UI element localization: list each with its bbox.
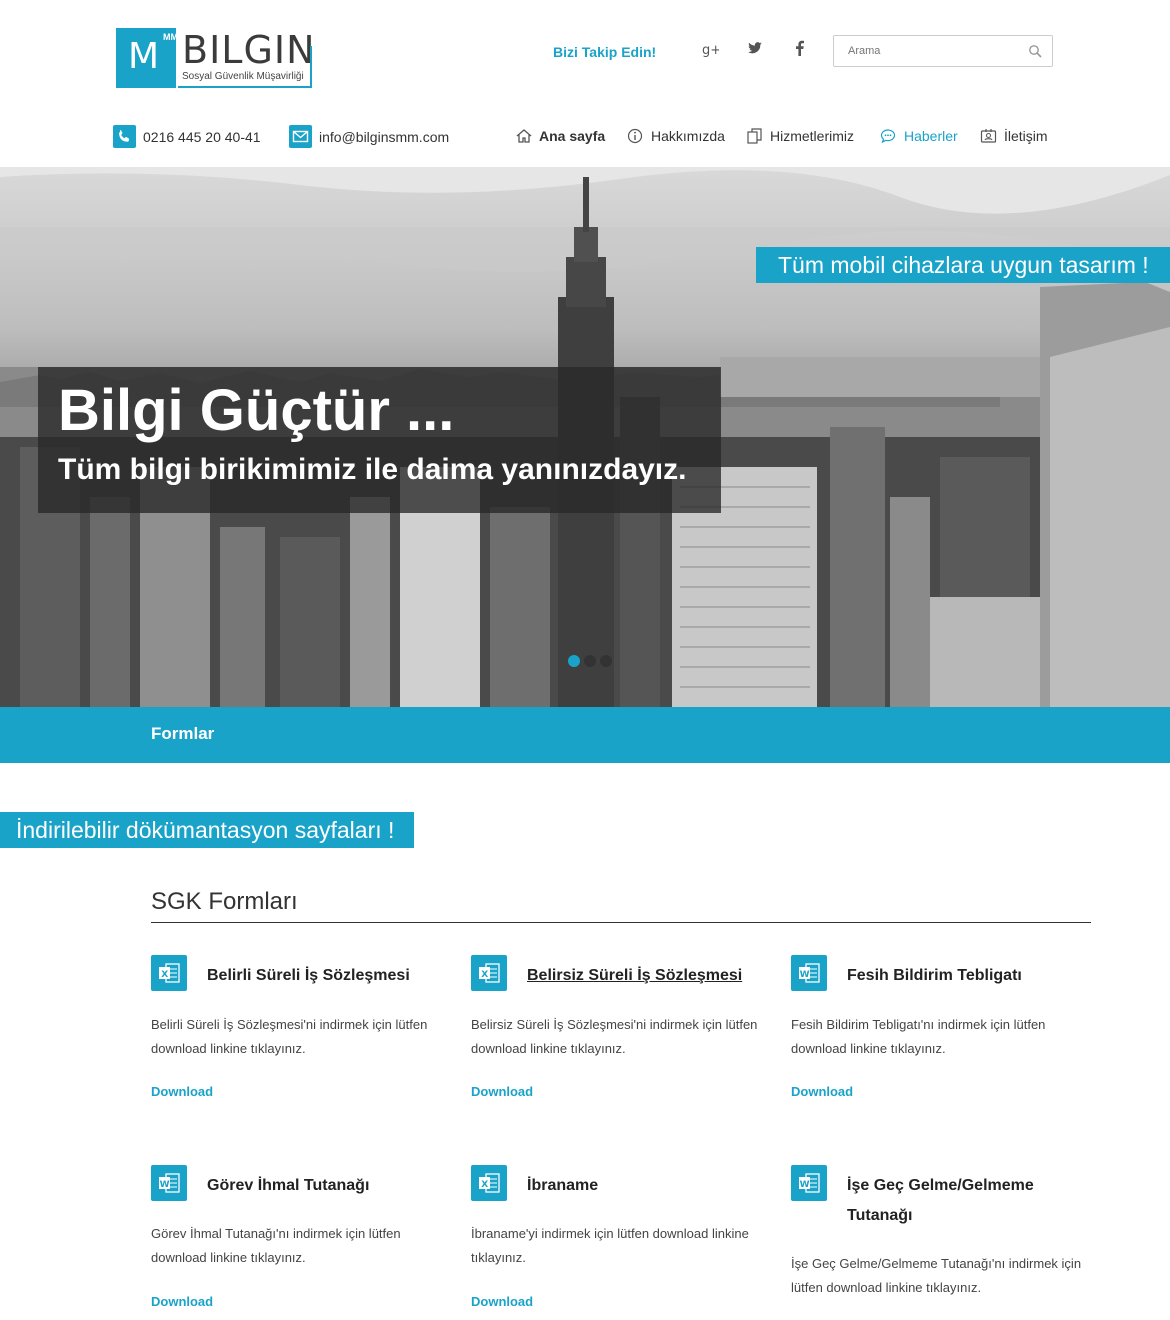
phone-number: 0216 445 20 40-41: [143, 129, 261, 145]
form-title[interactable]: İbraname: [527, 1171, 777, 1201]
form-card: X Belirsiz Süreli İş Sözleşmesi Belirsiz…: [471, 955, 771, 1115]
svg-text:W: W: [800, 970, 810, 980]
form-card: W İşe Geç Gelme/Gelmeme Tutanağı İşe Geç…: [791, 1165, 1091, 1320]
word-file-icon[interactable]: W: [791, 955, 827, 991]
downloads-ribbon: İndirilebilir dökümantasyon sayfaları !: [0, 812, 414, 848]
search-input[interactable]: [834, 36, 1014, 66]
nav-item-about[interactable]: Hakkımızda: [627, 128, 725, 144]
site-header: M MM BILGIN Sosyal Güvenlik Müşavirliği …: [0, 0, 1170, 167]
section-title: SGK Formları: [151, 888, 298, 915]
form-description: Fesih Bildirim Tebligatı'nı indirmek içi…: [791, 1017, 1046, 1056]
slider-dot-1[interactable]: [568, 655, 580, 667]
excel-file-icon[interactable]: X: [471, 1165, 507, 1201]
contact-icon: [980, 129, 997, 143]
download-link[interactable]: Download: [151, 1084, 213, 1099]
search-box: [833, 35, 1053, 67]
form-card: X Belirli Süreli İş Sözleşmesi Belirli S…: [151, 955, 451, 1115]
nav-label-contact: İletişim: [1004, 128, 1048, 144]
page-title-bar: Formlar: [0, 707, 1170, 763]
excel-file-icon[interactable]: X: [471, 955, 507, 991]
google-plus-icon[interactable]: g+: [698, 40, 722, 64]
excel-file-icon[interactable]: X: [151, 955, 187, 991]
nav-item-contact[interactable]: İletişim: [980, 128, 1048, 144]
facebook-icon[interactable]: [788, 40, 812, 64]
form-title[interactable]: İşe Geç Gelme/Gelmeme Tutanağı: [847, 1171, 1067, 1231]
site-logo[interactable]: M MM BILGIN Sosyal Güvenlik Müşavirliği: [116, 28, 316, 90]
home-icon: [516, 129, 532, 143]
info-icon: [627, 128, 643, 144]
form-description: İbraname'yi indirmek için lütfen downloa…: [471, 1226, 749, 1265]
nav-item-news[interactable]: Haberler: [880, 128, 958, 144]
download-link[interactable]: Download: [151, 1294, 213, 1309]
form-description: İşe Geç Gelme/Gelmeme Tutanağı'nı indirm…: [791, 1256, 1082, 1295]
download-link[interactable]: Download: [791, 1084, 853, 1099]
search-icon[interactable]: [1028, 44, 1042, 58]
form-description: Belirli Süreli İş Sözleşmesi'ni indirmek…: [151, 1017, 428, 1056]
svg-text:W: W: [160, 1180, 170, 1190]
hero-tagline: Tüm mobil cihazlara uygun tasarım !: [756, 247, 1170, 283]
word-file-icon[interactable]: W: [151, 1165, 187, 1201]
logo-name: BILGIN: [182, 28, 316, 72]
svg-text:W: W: [800, 1180, 810, 1190]
form-card: W Görev İhmal Tutanağı Görev İhmal Tutan…: [151, 1165, 451, 1320]
form-title[interactable]: Belirsiz Süreli İş Sözleşmesi: [527, 961, 777, 991]
hero-caption: Bilgi Güçtür ... Tüm bilgi birikimimiz i…: [38, 367, 721, 513]
download-link[interactable]: Download: [471, 1084, 533, 1099]
svg-text:X: X: [481, 1180, 488, 1190]
phone-icon: [113, 125, 136, 148]
page-title: Formlar: [151, 724, 215, 743]
form-title[interactable]: Belirli Süreli İş Sözleşmesi: [207, 961, 457, 991]
form-description: Görev İhmal Tutanağı'nı indirmek için lü…: [151, 1226, 401, 1265]
envelope-icon: [289, 125, 312, 148]
slider-dot-3[interactable]: [600, 655, 612, 667]
nav-label-home: Ana sayfa: [539, 128, 606, 144]
nav-label-services: Hizmetlerimiz: [770, 128, 854, 144]
svg-text:g+: g+: [702, 43, 719, 58]
slider-dot-2[interactable]: [584, 655, 596, 667]
logo-tagline: Sosyal Güvenlik Müşavirliği: [182, 71, 304, 82]
svg-text:X: X: [481, 970, 488, 980]
follow-us-label: Bizi Takip Edin!: [553, 44, 657, 60]
form-card: X İbraname İbraname'yi indirmek için lüt…: [471, 1165, 771, 1320]
download-link[interactable]: Download: [471, 1294, 533, 1309]
nav-label-news: Haberler: [904, 128, 958, 144]
hero-title: Bilgi Güçtür ...: [58, 378, 455, 443]
logo-mark-superscript: MM: [163, 32, 178, 42]
hero-subtitle: Tüm bilgi birikimimiz ile daima yanınızd…: [58, 453, 687, 486]
logo-mark-letter: M: [128, 36, 160, 77]
svg-text:X: X: [161, 970, 168, 980]
form-description: Belirsiz Süreli İş Sözleşmesi'ni indirme…: [471, 1017, 758, 1056]
twitter-icon[interactable]: [743, 40, 767, 64]
logo-side-line: [310, 46, 312, 88]
logo-mark: M MM: [116, 28, 178, 88]
nav-item-home[interactable]: Ana sayfa: [515, 128, 605, 144]
form-card: W Fesih Bildirim Tebligatı Fesih Bildiri…: [791, 955, 1091, 1115]
form-title[interactable]: Fesih Bildirim Tebligatı: [847, 961, 1097, 991]
email-address: info@bilginsmm.com: [319, 129, 450, 145]
slider-pagination: [568, 654, 616, 672]
documents-icon: [747, 128, 762, 144]
form-title[interactable]: Görev İhmal Tutanağı: [207, 1171, 457, 1201]
section-divider: [151, 922, 1091, 923]
chat-icon: [880, 129, 896, 144]
nav-label-about: Hakkımızda: [651, 128, 725, 144]
word-file-icon[interactable]: W: [791, 1165, 827, 1201]
hero-slider[interactable]: Tüm mobil cihazlara uygun tasarım ! Bilg…: [0, 167, 1170, 707]
logo-underline: [178, 86, 312, 88]
nav-item-services[interactable]: Hizmetlerimiz: [746, 128, 854, 144]
